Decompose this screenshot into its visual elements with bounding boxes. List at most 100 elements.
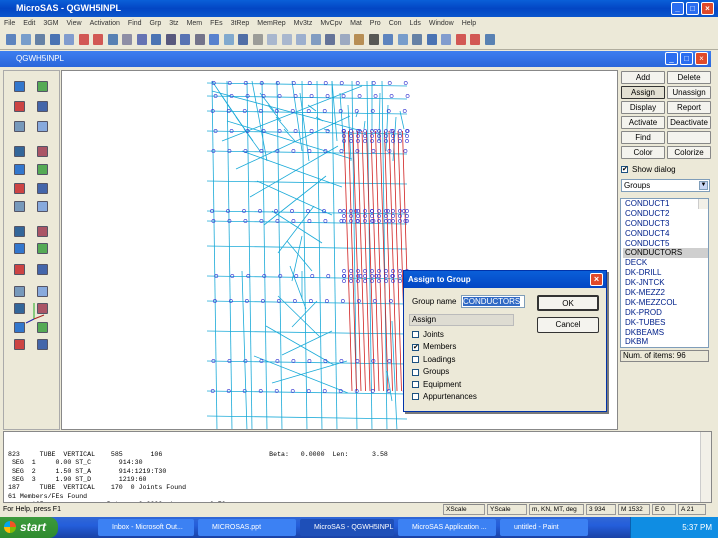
assign-option-appurtenances[interactable]: Appurtenances: [412, 392, 477, 401]
palette-tool-6-1-icon[interactable]: [37, 201, 48, 212]
palette-tool-3-0-icon[interactable]: [14, 146, 25, 157]
checkbox-icon[interactable]: [412, 331, 419, 339]
checkbox-icon[interactable]: [412, 380, 419, 388]
palette-tool-10-1-icon[interactable]: [37, 286, 48, 297]
palette-tool-8-0-icon[interactable]: [14, 243, 25, 254]
menu-item-10[interactable]: 3tRep: [231, 20, 250, 27]
toolbar-tool-0-icon[interactable]: [6, 34, 16, 45]
group-list-item[interactable]: CONDUCT2: [623, 209, 708, 219]
ok-button[interactable]: OK: [537, 295, 599, 311]
panel-colorize-button[interactable]: Colorize: [667, 146, 711, 159]
panel-assign-button[interactable]: Assign: [621, 86, 665, 99]
palette-tool-13-0-icon[interactable]: [14, 339, 25, 350]
group-list-item[interactable]: CONDUCT3: [623, 219, 708, 229]
palette-tool-8-1-icon[interactable]: [37, 243, 48, 254]
palette-tool-5-0-icon[interactable]: [14, 183, 25, 194]
menu-item-3[interactable]: View: [67, 20, 82, 27]
palette-tool-1-1-icon[interactable]: [37, 101, 48, 112]
toolbar-tool-1-icon[interactable]: [20, 34, 31, 45]
close-icon[interactable]: ×: [701, 2, 714, 15]
palette-tool-1-0-icon[interactable]: [14, 101, 25, 112]
toolbar-tool-18-icon[interactable]: [267, 34, 277, 45]
toolbar-tool-30-icon[interactable]: [441, 34, 451, 45]
group-list-item[interactable]: CONDUCT1: [623, 199, 708, 209]
palette-tool-9-0-icon[interactable]: [14, 264, 25, 275]
group-list-item[interactable]: DK-PROD: [623, 308, 708, 318]
menu-item-19[interactable]: Help: [462, 20, 476, 27]
group-list-item[interactable]: DK-DRILL: [623, 268, 708, 278]
toolbar-tool-29-icon[interactable]: [426, 34, 437, 45]
menu-item-18[interactable]: Window: [429, 20, 454, 27]
palette-tool-2-0-icon[interactable]: [14, 121, 25, 132]
toolbar-tool-2-icon[interactable]: [35, 34, 45, 45]
toolbar-tool-8-icon[interactable]: [122, 34, 132, 45]
toolbar-tool-6-icon[interactable]: [93, 34, 103, 45]
palette-tool-9-1-icon[interactable]: [37, 264, 48, 275]
panel-activate-button[interactable]: Activate: [621, 116, 665, 129]
toolbar-tool-23-icon[interactable]: [339, 34, 350, 45]
group-list-item[interactable]: CONDUCT4: [623, 229, 708, 239]
group-list-item[interactable]: DK-TUBES: [623, 318, 708, 328]
palette-tool-0-1-icon[interactable]: [37, 81, 48, 92]
toolbar-tool-7-icon[interactable]: [107, 34, 118, 45]
checkbox-icon[interactable]: [412, 393, 419, 401]
menu-item-16[interactable]: Con: [389, 20, 402, 27]
toolbar-tool-28-icon[interactable]: [412, 34, 422, 45]
palette-tool-4-1-icon[interactable]: [37, 164, 48, 175]
toolbar-tool-32-icon[interactable]: [470, 34, 480, 45]
menu-item-17[interactable]: Lds: [410, 20, 421, 27]
checkbox-icon[interactable]: [412, 356, 419, 364]
menu-item-6[interactable]: Grp: [150, 20, 162, 27]
show-dialog-checkbox[interactable]: ✔ Show dialog: [621, 164, 711, 176]
palette-tool-5-1-icon[interactable]: [37, 183, 48, 194]
panel-blank-button[interactable]: [667, 131, 711, 144]
panel-unassign-button[interactable]: Unassign: [667, 86, 711, 99]
menu-item-12[interactable]: Mv3tz: [294, 20, 313, 27]
group-list-item[interactable]: CONDUCT5: [623, 239, 708, 249]
toolbar-tool-3-icon[interactable]: [49, 34, 60, 45]
toolbar-tool-20-icon[interactable]: [296, 34, 306, 45]
toolbar-tool-9-icon[interactable]: [136, 34, 147, 45]
palette-tool-3-1-icon[interactable]: [37, 146, 48, 157]
group-list-scrollbar[interactable]: [698, 199, 708, 209]
toolbar-tool-11-icon[interactable]: [165, 34, 176, 45]
group-list-item[interactable]: DECK: [623, 258, 708, 268]
assign-option-groups[interactable]: Groups: [412, 367, 449, 376]
palette-tool-2-1-icon[interactable]: [37, 121, 48, 132]
palette-tool-10-0-icon[interactable]: [14, 286, 25, 297]
toolbar-tool-14-icon[interactable]: [209, 34, 219, 45]
taskbar-item[interactable]: MICROSAS.ppt: [198, 519, 296, 536]
toolbar-tool-33-icon[interactable]: [484, 34, 495, 45]
assign-option-joints[interactable]: Joints: [412, 330, 444, 339]
start-button[interactable]: start: [0, 517, 58, 538]
group-list-item[interactable]: DK-MEZZ2: [623, 288, 708, 298]
toolbar-tool-10-icon[interactable]: [151, 34, 161, 45]
palette-tool-7-1-icon[interactable]: [37, 226, 48, 237]
toolbar-tool-12-icon[interactable]: [180, 34, 190, 45]
palette-tool-6-0-icon[interactable]: [14, 201, 25, 212]
panel-delete-button[interactable]: Delete: [667, 71, 711, 84]
taskbar-item[interactable]: MicroSAS - QGWH5INPL: [300, 519, 394, 536]
toolbar-tool-15-icon[interactable]: [223, 34, 234, 45]
group-list-item[interactable]: DK-JNTCK: [623, 278, 708, 288]
group-list-item[interactable]: CONDUCTORS: [623, 248, 708, 259]
group-list[interactable]: CONDUCT1 CONDUCT2 CONDUCT3 CONDUCT4 CONDUCT5…: [620, 198, 709, 348]
menu-item-13[interactable]: MvCpv: [320, 20, 342, 27]
menu-item-2[interactable]: 3GM: [43, 20, 58, 27]
taskbar-item[interactable]: Inbox - Microsoft Out...: [98, 519, 194, 536]
palette-tool-7-0-icon[interactable]: [14, 226, 25, 237]
child-minimize-icon[interactable]: _: [665, 52, 678, 65]
group-list-item[interactable]: DKBM: [623, 337, 708, 347]
checkbox-icon[interactable]: [412, 368, 419, 376]
assign-option-loadings[interactable]: Loadings: [412, 355, 455, 364]
toolbar-tool-21-icon[interactable]: [310, 34, 321, 45]
toolbar-tool-16-icon[interactable]: [238, 34, 248, 45]
panel-color-button[interactable]: Color: [621, 146, 665, 159]
palette-tool-0-0-icon[interactable]: [14, 81, 25, 92]
toolbar-tool-13-icon[interactable]: [194, 34, 205, 45]
toolbar-tool-22-icon[interactable]: [325, 34, 335, 45]
minimize-icon[interactable]: _: [671, 2, 684, 15]
menu-item-7[interactable]: 3tz: [169, 20, 178, 27]
child-close-icon[interactable]: ×: [695, 52, 708, 65]
menu-item-0[interactable]: File: [4, 20, 15, 27]
